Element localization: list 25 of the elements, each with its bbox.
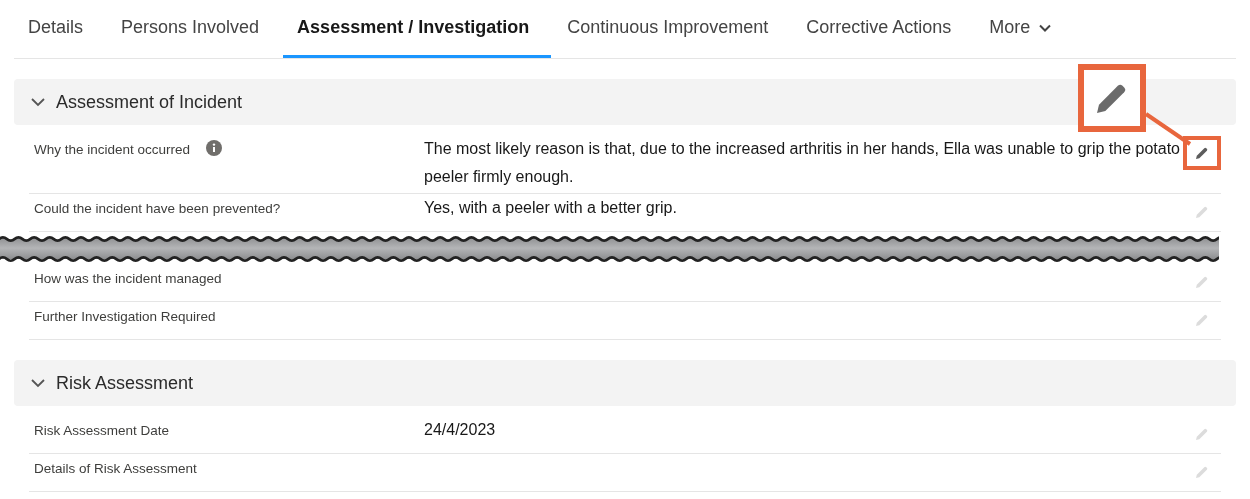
field-value: 24/4/2023: [424, 420, 497, 440]
field-value: Yes, with a peeler with a better grip.: [424, 198, 678, 218]
field-label: Details of Risk Assessment: [34, 460, 197, 476]
field-value: The most likely reason is that, due to the increased arthritis in her hands, Ella was unable to grip the potato peeler firmly enough.: [424, 139, 1181, 187]
pencil-icon: [1194, 426, 1210, 442]
field-label: How was the incident managed: [34, 270, 222, 286]
field-label: Risk Assessment Date: [34, 422, 170, 438]
pencil-icon: [1194, 204, 1210, 220]
section-header[interactable]: Risk Assessment: [14, 360, 1236, 406]
info-icon[interactable]: [206, 140, 223, 156]
tab[interactable]: Corrective Actions: [792, 0, 974, 58]
edit-button[interactable]: [1183, 136, 1221, 170]
section-header[interactable]: Assessment of Incident: [14, 79, 1236, 125]
tab[interactable]: Details: [14, 0, 106, 58]
pencil-icon: [1194, 312, 1210, 328]
tab[interactable]: Persons Involved: [107, 0, 282, 58]
field-label: Why the incident occurred: [34, 141, 191, 157]
field-label: Could the incident have been prevented?: [34, 200, 281, 216]
pencil-icon: [1194, 145, 1210, 161]
tab[interactable]: Continuous Improvement: [553, 0, 791, 58]
more-tab[interactable]: More: [975, 0, 1075, 58]
pencil-icon: [1194, 464, 1210, 480]
pencil-icon: [1194, 274, 1210, 290]
tab[interactable]: Assessment / Investigation: [283, 0, 552, 58]
field-label: Further Investigation Required: [34, 308, 216, 324]
